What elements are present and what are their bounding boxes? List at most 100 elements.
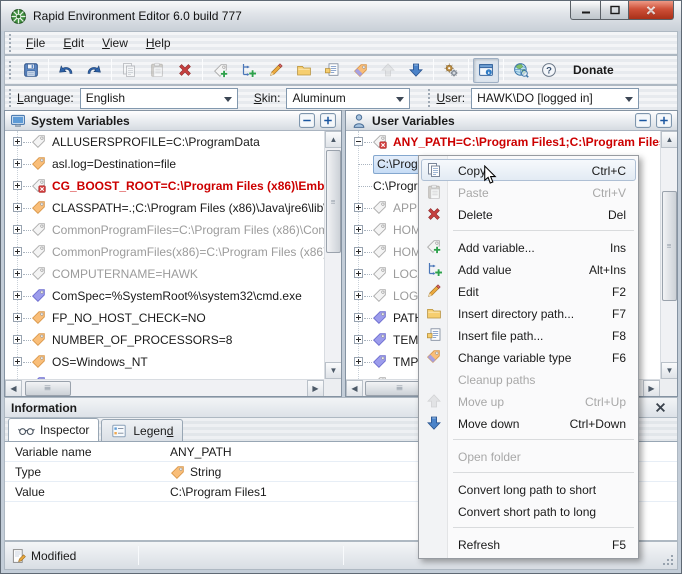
expander-plus-icon[interactable] bbox=[354, 203, 363, 212]
user-select[interactable]: HAWK\DO [logged in] bbox=[471, 87, 640, 109]
maximize-button[interactable] bbox=[600, 1, 628, 20]
horizontal-scrollbar[interactable]: ◀ 𝍣 ▶ bbox=[5, 379, 324, 396]
expander-minus-icon[interactable] bbox=[354, 137, 363, 146]
menuitem-open-folder[interactable]: Open folder bbox=[421, 445, 636, 467]
toggle-info-panel-button[interactable] bbox=[473, 57, 499, 83]
expander-plus-icon[interactable] bbox=[354, 313, 363, 322]
undo-button[interactable] bbox=[53, 58, 79, 83]
menuitem-change-variable-type[interactable]: Change variable type F6 bbox=[421, 346, 636, 368]
check-updates-button[interactable] bbox=[508, 58, 534, 83]
scroll-up-arrow[interactable]: ▲ bbox=[661, 131, 677, 148]
tree-item[interactable]: CG_BOOST_ROOT=C:\Program Files (x86)\Emb… bbox=[5, 175, 324, 197]
menuitem-move-down[interactable]: Move down Ctrl+Down bbox=[421, 412, 636, 434]
move-up-button[interactable] bbox=[375, 58, 401, 83]
expander-plus-icon[interactable] bbox=[13, 313, 22, 322]
expand-all-button[interactable] bbox=[320, 113, 336, 128]
menu-help[interactable]: Help bbox=[137, 33, 180, 53]
redo-button[interactable] bbox=[81, 58, 107, 83]
menuitem-refresh[interactable]: Refresh F5 bbox=[421, 533, 636, 555]
add-value-button[interactable] bbox=[235, 58, 261, 83]
expander-plus-icon[interactable] bbox=[13, 203, 22, 212]
insert-directory-button[interactable] bbox=[291, 58, 317, 83]
scroll-left-arrow[interactable]: ◀ bbox=[5, 380, 22, 396]
tab-legend[interactable]: Legend bbox=[101, 419, 184, 441]
expander-plus-icon[interactable] bbox=[13, 159, 22, 168]
menuitem-convert-short-path-to-long[interactable]: Convert short path to long bbox=[421, 500, 636, 522]
menuitem-delete[interactable]: Delete Del bbox=[421, 203, 636, 225]
minimize-button[interactable] bbox=[570, 1, 600, 20]
menuitem-insert-directory-path[interactable]: Insert directory path... F7 bbox=[421, 302, 636, 324]
copy-button[interactable] bbox=[116, 58, 142, 83]
expand-all-button[interactable] bbox=[656, 113, 672, 128]
menu-edit[interactable]: Edit bbox=[54, 33, 93, 53]
menuitem-move-up[interactable]: Move up Ctrl+Up bbox=[421, 390, 636, 412]
menu-view[interactable]: View bbox=[93, 33, 137, 53]
menuitem-cleanup-paths[interactable]: Cleanup paths bbox=[421, 368, 636, 390]
change-type-button[interactable] bbox=[347, 58, 373, 83]
menuitem-add-value[interactable]: Add value Alt+Ins bbox=[421, 258, 636, 280]
vertical-scrollbar[interactable]: ▲ ≡ ▼ bbox=[324, 131, 341, 379]
scroll-right-arrow[interactable]: ▶ bbox=[643, 380, 660, 396]
expander-plus-icon[interactable] bbox=[13, 137, 22, 146]
tree-item[interactable]: ComSpec=%SystemRoot%\system32\cmd.exe bbox=[5, 285, 324, 307]
expander-plus-icon[interactable] bbox=[13, 269, 22, 278]
expander-plus-icon[interactable] bbox=[354, 291, 363, 300]
app-window: Rapid Environment Editor 6.0 build 777 F… bbox=[0, 0, 682, 574]
donate-button[interactable]: Donate bbox=[564, 58, 623, 83]
skin-select[interactable]: Aluminum bbox=[286, 87, 411, 109]
expander-plus-icon[interactable] bbox=[13, 181, 22, 190]
menuitem-paste[interactable]: Paste Ctrl+V bbox=[421, 181, 636, 203]
language-select[interactable]: English bbox=[79, 87, 238, 109]
expander-plus-icon[interactable] bbox=[354, 247, 363, 256]
expander-plus-icon[interactable] bbox=[13, 335, 22, 344]
scrollbar-thumb[interactable]: ≡ bbox=[662, 191, 677, 301]
tree-item[interactable]: FP_NO_HOST_CHECK=NO bbox=[5, 307, 324, 329]
menuitem-convert-long-path-to-short[interactable]: Convert long path to short bbox=[421, 478, 636, 500]
tree-item[interactable]: ANY_PATH=C:\Program Files1;C:\Program Fi… bbox=[346, 131, 660, 153]
insert-file-button[interactable] bbox=[319, 58, 345, 83]
expander-plus-icon[interactable] bbox=[13, 291, 22, 300]
expander-plus-icon[interactable] bbox=[354, 357, 363, 366]
tree-item[interactable]: CommonProgramFiles=C:\Program Files (x86… bbox=[5, 219, 324, 241]
move-down-button[interactable] bbox=[403, 58, 429, 83]
scroll-down-arrow[interactable]: ▼ bbox=[325, 362, 341, 379]
save-button[interactable] bbox=[18, 58, 44, 83]
close-button[interactable] bbox=[628, 1, 674, 20]
menuitem-insert-file-path[interactable]: Insert file path... F8 bbox=[421, 324, 636, 346]
close-panel-icon[interactable] bbox=[655, 402, 669, 416]
help-button[interactable]: ? bbox=[536, 58, 562, 83]
scroll-up-arrow[interactable]: ▲ bbox=[325, 131, 341, 148]
expander-plus-icon[interactable] bbox=[354, 269, 363, 278]
tree-item[interactable]: asl.log=Destination=file bbox=[5, 153, 324, 175]
scroll-down-arrow[interactable]: ▼ bbox=[661, 362, 677, 379]
collapse-all-button[interactable] bbox=[299, 113, 315, 128]
scrollbar-thumb[interactable]: 𝍣 bbox=[25, 381, 71, 396]
tree-item[interactable]: CommonProgramFiles(x86)=C:\Program Files… bbox=[5, 241, 324, 263]
tree-item[interactable]: OS=Windows_NT bbox=[5, 351, 324, 373]
menuitem-add-variable[interactable]: Add variable... Ins bbox=[421, 236, 636, 258]
tree-item[interactable]: COMPUTERNAME=HAWK bbox=[5, 263, 324, 285]
scrollbar-thumb[interactable]: ≡ bbox=[326, 150, 341, 253]
delete-button[interactable] bbox=[172, 58, 198, 83]
resize-grip[interactable] bbox=[662, 554, 675, 567]
expander-plus-icon[interactable] bbox=[13, 357, 22, 366]
add-variable-button[interactable] bbox=[207, 58, 233, 83]
expander-plus-icon[interactable] bbox=[354, 335, 363, 344]
tab-inspector[interactable]: Inspector bbox=[8, 418, 100, 441]
edit-button[interactable] bbox=[263, 58, 289, 83]
expander-plus-icon[interactable] bbox=[354, 225, 363, 234]
menu-file[interactable]: File bbox=[17, 33, 54, 53]
expander-plus-icon[interactable] bbox=[13, 225, 22, 234]
scroll-right-arrow[interactable]: ▶ bbox=[307, 380, 324, 396]
tree-item[interactable]: NUMBER_OF_PROCESSORS=8 bbox=[5, 329, 324, 351]
menuitem-copy[interactable]: Copy Ctrl+C bbox=[421, 159, 636, 181]
scroll-left-arrow[interactable]: ◀ bbox=[346, 380, 363, 396]
tree-item[interactable]: ALLUSERSPROFILE=C:\ProgramData bbox=[5, 131, 324, 153]
menuitem-edit[interactable]: Edit F2 bbox=[421, 280, 636, 302]
expander-plus-icon[interactable] bbox=[13, 247, 22, 256]
settings-button[interactable] bbox=[438, 58, 464, 83]
paste-button[interactable] bbox=[144, 58, 170, 83]
vertical-scrollbar[interactable]: ▲ ≡ ▼ bbox=[660, 131, 677, 379]
tree-item[interactable]: CLASSPATH=.;C:\Program Files (x86)\Java\… bbox=[5, 197, 324, 219]
collapse-all-button[interactable] bbox=[635, 113, 651, 128]
